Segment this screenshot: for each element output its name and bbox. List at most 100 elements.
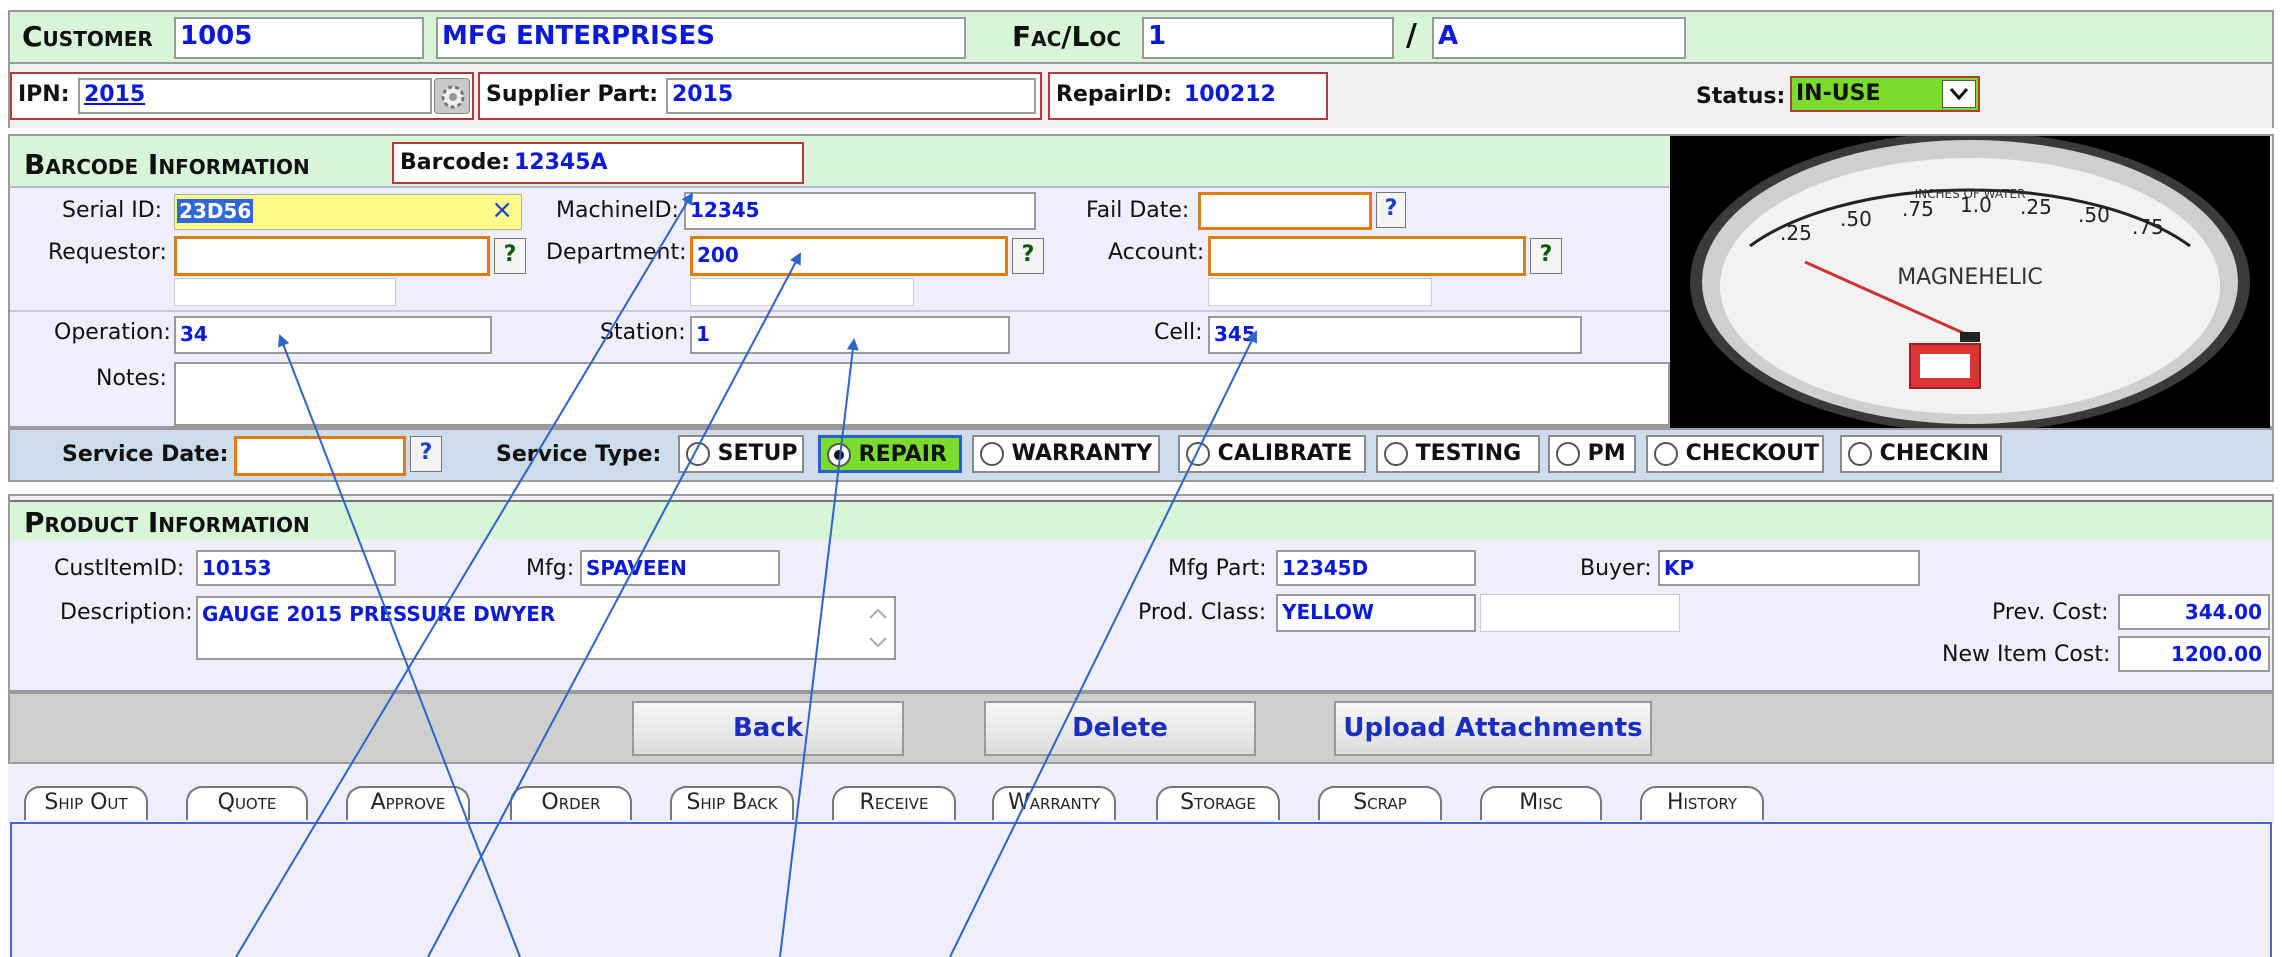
gauge-scale-1: .50	[1840, 207, 1872, 231]
customer-id-field[interactable]: 1005	[174, 17, 424, 59]
status-select[interactable]: IN-USE	[1790, 76, 1980, 112]
divider	[10, 310, 1670, 312]
radio-pm[interactable]	[1556, 442, 1580, 466]
mfg-part-field[interactable]: 12345D	[1276, 550, 1476, 586]
repair-id-value: 100212	[1184, 82, 1276, 107]
new-cost-label: New Item Cost:	[1942, 642, 2111, 667]
service-date-lookup-button[interactable]: ?	[410, 436, 442, 472]
tab-ship-out[interactable]: Ship Out	[24, 786, 148, 820]
requestor-sub-field	[174, 278, 396, 306]
upload-attachments-button[interactable]: Upload Attachments	[1334, 701, 1652, 756]
station-label: Station:	[600, 320, 686, 345]
service-date-label: Service Date:	[62, 442, 229, 467]
buyer-field[interactable]: KP	[1658, 550, 1920, 586]
tab-warranty[interactable]: Warranty	[992, 786, 1116, 820]
facloc-label: Fac/Loc	[1012, 20, 1122, 53]
operation-label: Operation:	[54, 320, 171, 345]
tab-content-panel	[10, 822, 2272, 957]
chevron-down-icon[interactable]	[1942, 80, 1976, 108]
facloc-separator: /	[1406, 18, 1417, 53]
radio-warranty[interactable]	[980, 442, 1004, 466]
ipn-label: IPN:	[18, 82, 70, 107]
notes-field[interactable]	[174, 362, 1670, 426]
customer-label: Customer	[22, 20, 153, 53]
service-type-checkin[interactable]: CHECKIN	[1840, 435, 2002, 473]
supplier-part-field[interactable]: 2015	[666, 78, 1036, 114]
service-type-testing[interactable]: TESTING	[1376, 435, 1540, 473]
department-lookup-button[interactable]: ?	[1012, 238, 1044, 274]
operation-field[interactable]: 34	[174, 316, 492, 354]
account-sub-field	[1208, 278, 1432, 306]
prev-cost-field[interactable]: 344.00	[2118, 594, 2270, 630]
prod-class-field[interactable]: YELLOW	[1276, 594, 1476, 632]
department-field[interactable]: 200	[690, 236, 1008, 276]
radio-testing[interactable]	[1384, 442, 1408, 466]
tab-quote[interactable]: Quote	[186, 786, 308, 820]
product-section-header	[10, 500, 2272, 540]
account-field[interactable]	[1208, 236, 1526, 276]
customer-name-field[interactable]: MFG ENTERPRISES	[436, 17, 966, 59]
gauge-scale-2: .75	[1902, 197, 1934, 221]
service-type-calibrate[interactable]: CALIBRATE	[1178, 435, 1366, 473]
gear-icon[interactable]	[434, 78, 470, 114]
service-type-label-pm: PM	[1587, 441, 1626, 466]
fac-field[interactable]: 1	[1142, 17, 1394, 59]
requestor-field[interactable]	[174, 236, 490, 276]
service-type-label-checkin: CHECKIN	[1879, 441, 1990, 466]
tab-ship-back[interactable]: Ship Back	[670, 786, 794, 820]
radio-checkin[interactable]	[1848, 442, 1872, 466]
radio-repair[interactable]	[827, 443, 851, 467]
product-image: INCHES OF WATER .25 .50 .75 1.0 .25 .50 …	[1670, 136, 2270, 428]
radio-setup[interactable]	[686, 442, 710, 466]
mfg-field[interactable]: SPAVEEN	[580, 550, 780, 586]
tab-history[interactable]: History	[1640, 786, 1764, 820]
fail-date-lookup-button[interactable]: ?	[1376, 192, 1406, 228]
service-date-field[interactable]	[234, 436, 406, 476]
radio-checkout[interactable]	[1654, 442, 1678, 466]
service-type-warranty[interactable]: WARRANTY	[972, 435, 1160, 473]
description-scrollbar[interactable]	[862, 598, 894, 658]
new-cost-field[interactable]: 1200.00	[2118, 636, 2270, 672]
gauge-brand: MAGNEHELIC	[1897, 265, 2043, 290]
tab-misc[interactable]: Misc	[1480, 786, 1602, 820]
gauge-scale-5: .50	[2078, 203, 2110, 227]
status-label: Status:	[1696, 84, 1786, 109]
barcode-section-title: Barcode Information	[24, 148, 310, 181]
ipn-field[interactable]: 2015	[78, 78, 432, 114]
machine-id-field[interactable]: 12345	[684, 192, 1036, 230]
tab-receive[interactable]: Receive	[832, 786, 956, 820]
department-sub-field	[690, 278, 914, 306]
service-type-label-warranty: WARRANTY	[1011, 441, 1153, 466]
mfg-label: Mfg:	[526, 556, 575, 581]
loc-field[interactable]: A	[1432, 17, 1686, 59]
tab-approve[interactable]: Approve	[346, 786, 470, 820]
radio-calibrate[interactable]	[1186, 442, 1210, 466]
machine-id-label: MachineID:	[556, 198, 679, 223]
delete-button[interactable]: Delete	[984, 701, 1256, 756]
serial-id-field[interactable]: 23D56 ×	[174, 194, 522, 230]
cell-field[interactable]: 345	[1208, 316, 1582, 354]
tab-order[interactable]: Order	[510, 786, 632, 820]
service-type-label-setup: SETUP	[717, 441, 798, 466]
account-lookup-button[interactable]: ?	[1530, 238, 1562, 274]
notes-label: Notes:	[96, 366, 167, 391]
ipn-link[interactable]: 2015	[84, 82, 145, 107]
requestor-lookup-button[interactable]: ?	[494, 238, 526, 274]
service-type-repair[interactable]: REPAIR	[818, 435, 962, 473]
service-type-label-calibrate: CALIBRATE	[1217, 441, 1353, 466]
station-field[interactable]: 1	[690, 316, 1010, 354]
service-type-checkout[interactable]: CHECKOUT	[1646, 435, 1824, 473]
serial-id-label: Serial ID:	[62, 198, 163, 223]
clear-icon[interactable]: ×	[491, 195, 513, 225]
custitem-field[interactable]: 10153	[196, 550, 396, 586]
fail-date-field[interactable]	[1198, 192, 1372, 230]
description-field[interactable]: GAUGE 2015 PRESSURE DWYER	[196, 596, 896, 660]
prev-cost-label: Prev. Cost:	[1992, 600, 2109, 625]
tab-scrap[interactable]: Scrap	[1318, 786, 1442, 820]
repair-id-label: RepairID:	[1056, 82, 1173, 107]
service-type-pm[interactable]: PM	[1548, 435, 1636, 473]
back-button[interactable]: Back	[632, 701, 904, 756]
tab-storage[interactable]: Storage	[1156, 786, 1280, 820]
barcode-value: 12345A	[514, 150, 608, 175]
service-type-setup[interactable]: SETUP	[678, 435, 804, 473]
